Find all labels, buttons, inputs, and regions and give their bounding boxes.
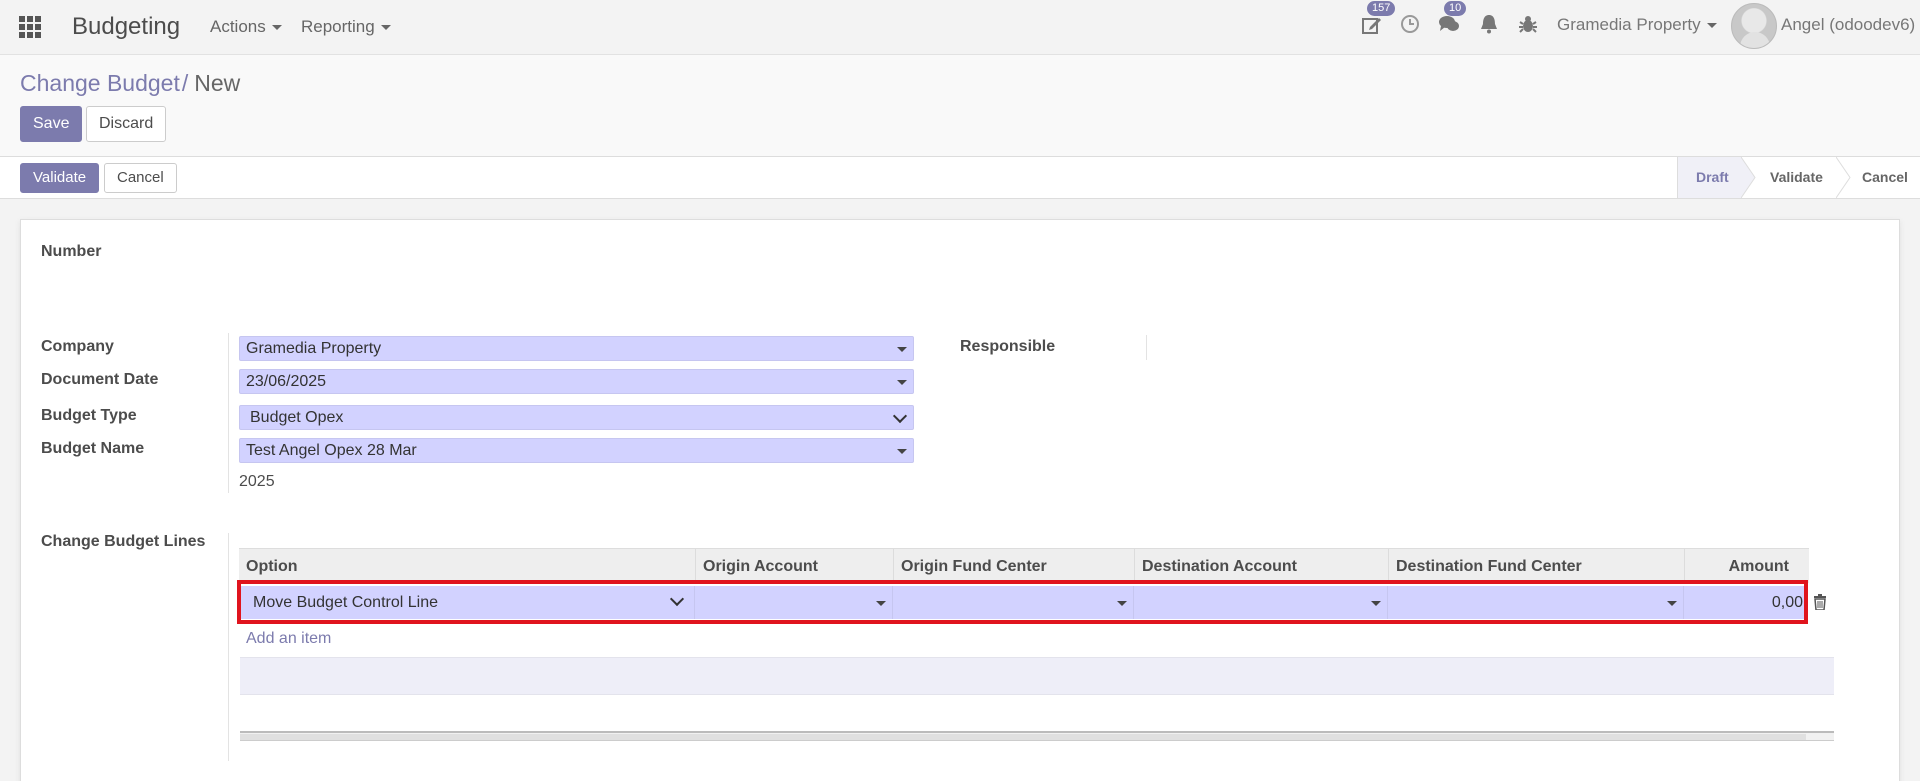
apps-menu-icon[interactable] [19, 16, 41, 38]
chevron-down-icon [669, 591, 685, 607]
stage-cancel[interactable]: Cancel [1862, 157, 1908, 198]
dropdown-caret-icon [1371, 601, 1381, 606]
document-date-label: Document Date [41, 371, 159, 388]
discard-button[interactable]: Discard [86, 106, 167, 142]
column-amount[interactable]: Amount [1684, 549, 1809, 584]
validate-button[interactable]: Validate [20, 163, 100, 193]
table-row: Move Budget Control Line 0,00 [239, 584, 1809, 621]
trash-icon[interactable] [1813, 594, 1827, 611]
document-date-field[interactable]: 23/06/2025 [239, 369, 914, 394]
chevron-down-icon [892, 408, 908, 424]
stage-arrow-icon [1836, 157, 1851, 198]
document-date-value: 23/06/2025 [246, 373, 327, 390]
dropdown-caret-icon [897, 380, 907, 385]
table-empty-row [240, 657, 1834, 695]
stage-validate[interactable]: Validate [1770, 157, 1823, 198]
column-option[interactable]: Option [239, 549, 695, 584]
company-field-value: Gramedia Property [246, 340, 382, 357]
budget-type-value: Budget Opex [250, 409, 344, 426]
clock-icon[interactable] [1398, 14, 1422, 38]
budget-type-select[interactable]: Budget Opex [239, 405, 914, 430]
menu-reporting-label: Reporting [301, 17, 375, 36]
activity-badge: 157 [1367, 1, 1396, 16]
form-sheet [20, 219, 1900, 781]
budget-name-label: Budget Name [41, 440, 145, 457]
menu-actions-label: Actions [210, 17, 266, 36]
dropdown-caret-icon [876, 601, 886, 606]
status-bar: Validate Cancel Draft Validate Cancel [0, 156, 1920, 199]
top-navbar: Budgeting Actions Reporting 157 10 Grame… [0, 0, 1920, 55]
cancel-button[interactable]: Cancel [104, 163, 177, 193]
add-item-link[interactable]: Add an item [246, 630, 331, 648]
horizontal-scrollbar[interactable] [240, 731, 1834, 741]
budget-name-field[interactable]: Test Angel Opex 28 Mar [239, 438, 914, 463]
breadcrumb-separator: / [181, 70, 189, 96]
dropdown-caret-icon [1667, 601, 1677, 606]
dropdown-caret-icon [897, 449, 907, 454]
number-label: Number [41, 243, 102, 260]
menu-actions[interactable]: Actions [210, 17, 282, 37]
lines-table-header: Option Origin Account Origin Fund Center… [239, 548, 1809, 584]
column-destination-fund-center[interactable]: Destination Fund Center [1388, 549, 1684, 584]
responsible-label: Responsible [960, 338, 1056, 355]
budget-type-label: Budget Type [41, 407, 137, 424]
change-budget-lines-label: Change Budget Lines [41, 533, 206, 550]
field-divider [228, 333, 229, 493]
bug-icon[interactable] [1516, 14, 1540, 38]
caret-down-icon [1706, 23, 1717, 29]
stage-arrow-icon [1741, 157, 1756, 198]
caret-down-icon [271, 25, 282, 31]
activity-icon[interactable]: 157 [1360, 1, 1396, 38]
destination-fund-center-field[interactable] [1388, 586, 1684, 619]
origin-account-field[interactable] [695, 586, 893, 619]
dropdown-caret-icon [1117, 601, 1127, 606]
save-button[interactable]: Save [20, 106, 83, 142]
column-origin-fund-center[interactable]: Origin Fund Center [893, 549, 1134, 584]
messages-icon[interactable]: 10 [1437, 1, 1467, 38]
company-switcher-label: Gramedia Property [1557, 15, 1701, 34]
budget-name-value: Test Angel Opex 28 Mar [246, 442, 417, 459]
messages-badge: 10 [1444, 1, 1467, 16]
company-field[interactable]: Gramedia Property [239, 336, 914, 361]
option-value: Move Budget Control Line [253, 594, 438, 611]
company-switcher[interactable]: Gramedia Property [1557, 15, 1717, 35]
user-avatar[interactable] [1731, 3, 1777, 49]
user-menu[interactable]: Angel (odoodev6) [1781, 15, 1915, 35]
company-label: Company [41, 338, 114, 355]
dropdown-caret-icon [897, 347, 907, 352]
origin-fund-center-field[interactable] [893, 586, 1134, 619]
field-divider [228, 533, 229, 761]
stage-draft[interactable]: Draft [1678, 157, 1742, 198]
field-divider [1146, 335, 1147, 360]
amount-field[interactable]: 0,00 [1684, 586, 1807, 619]
column-origin-account[interactable]: Origin Account [695, 549, 893, 584]
budget-year-value: 2025 [239, 473, 275, 490]
breadcrumb-current: New [194, 70, 241, 96]
option-select[interactable]: Move Budget Control Line [241, 586, 695, 619]
caret-down-icon [380, 25, 391, 31]
breadcrumb-parent[interactable]: Change Budget [20, 70, 180, 96]
menu-reporting[interactable]: Reporting [301, 17, 391, 37]
app-name: Budgeting [72, 13, 181, 40]
column-destination-account[interactable]: Destination Account [1134, 549, 1388, 584]
destination-account-field[interactable] [1134, 586, 1388, 619]
bell-icon[interactable] [1477, 14, 1501, 38]
breadcrumb: Change Budget/New [20, 70, 240, 97]
